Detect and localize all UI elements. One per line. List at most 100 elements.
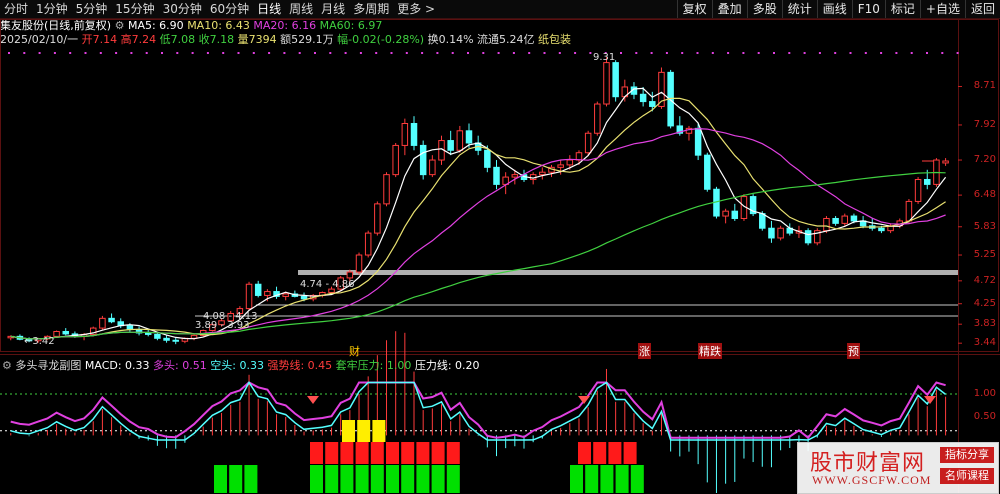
candle-body (832, 217, 839, 224)
candle-body (383, 174, 390, 205)
price-axis-label: 8.71 (973, 80, 996, 92)
daily-tick-mark (359, 52, 362, 54)
daily-tick-mark (23, 52, 26, 54)
daily-tick-mark (421, 52, 424, 54)
daily-tick-mark (283, 52, 286, 54)
daily-tick-mark (53, 52, 56, 54)
candle-body (374, 203, 381, 234)
price-axis-label: 3.44 (973, 337, 996, 349)
daily-tick-mark (650, 52, 653, 54)
daily-tick-mark (528, 52, 531, 54)
daily-tick-mark (38, 52, 41, 54)
signal-block-green (615, 465, 629, 493)
signal-block-green (310, 465, 323, 493)
event-marker-jingdie[interactable]: 精跌 (698, 343, 722, 359)
daily-tick-mark (482, 52, 485, 54)
candle-body (364, 232, 372, 256)
main-panel-frame (0, 19, 999, 352)
daily-tick-mark (467, 52, 469, 54)
daily-tick-mark (589, 52, 592, 54)
watermark-url: WWW.GSCFW.COM (812, 473, 932, 487)
signal-block-red (593, 442, 607, 464)
bull-line (10, 381, 946, 440)
daily-tick-mark (390, 52, 393, 54)
daily-tick-mark (941, 52, 944, 54)
daily-tick-mark (8, 52, 10, 54)
signal-block-green (229, 465, 243, 493)
signal-block-yellow (357, 420, 371, 442)
candle-body (484, 149, 491, 168)
candle-body (557, 164, 564, 168)
indicator-axis-label: 1.00 (973, 388, 996, 399)
daily-tick-mark (803, 52, 806, 54)
daily-tick-mark (956, 52, 959, 54)
event-marker-zhang[interactable]: 涨 (638, 343, 651, 359)
indicator-legend: ⚙ 多头寻龙副图 MACD: 0.33 多头: 0.51 空头: 0.33 强势… (2, 357, 480, 373)
resist-label: 套牢压力: 1.00 (335, 359, 412, 372)
candle-body (649, 101, 656, 107)
indicator-title[interactable]: 多头寻龙副图 (15, 359, 81, 372)
daily-tick-mark (818, 52, 821, 54)
price-axis-label: 5.83 (973, 220, 996, 232)
peak-signal-icon (578, 396, 590, 404)
signal-block-green (340, 465, 354, 493)
signal-block-green (446, 465, 460, 493)
candle-body (942, 160, 949, 164)
daily-tick-mark (788, 52, 791, 54)
signal-block-green (355, 465, 369, 493)
daily-tick-mark (543, 52, 546, 54)
price-axis-label: 7.92 (973, 118, 996, 130)
watermark-logo: 股市财富网 WWW.GSCFW.COM 指标分享 名师课程 (797, 442, 999, 494)
candle-body (768, 227, 775, 239)
event-marker-yu[interactable]: 预 (847, 343, 860, 359)
daily-tick-mark (115, 52, 118, 54)
candle-body (539, 171, 546, 176)
signal-block-green (386, 465, 399, 493)
daily-tick-mark (176, 52, 179, 54)
candle-body (419, 144, 427, 176)
price-axis-label: 4.72 (973, 274, 996, 286)
support-range-c-label: 3.89 - 3.93 (195, 320, 250, 331)
price-axis-label: 5.25 (973, 249, 996, 261)
daily-tick-mark (864, 52, 867, 54)
candle-body (731, 210, 739, 219)
signal-block-red (386, 442, 399, 464)
bull-label: 多头: 0.51 (153, 359, 207, 372)
price-axis-label: 7.20 (973, 154, 996, 166)
candle-body (584, 132, 592, 154)
candle-body (704, 154, 711, 190)
daily-tick-mark (344, 52, 347, 54)
signal-block-red (370, 442, 384, 464)
kline-chart[interactable]: 9.31←3.424.74 - 4.864.08 - 4.133.89 - 3.… (0, 0, 1000, 493)
candle-body (612, 62, 619, 98)
daily-tick-mark (696, 52, 699, 54)
daily-tick-mark (252, 52, 255, 54)
signal-block-green (630, 465, 644, 493)
event-marker-cai[interactable]: 财 (349, 343, 360, 359)
high-price-label: 9.31 (593, 52, 615, 63)
daily-tick-mark (681, 52, 684, 54)
daily-tick-mark (757, 52, 760, 54)
daily-tick-mark (329, 52, 332, 54)
candle-body (823, 217, 830, 232)
candle-body (62, 330, 69, 335)
daily-tick-mark (849, 52, 852, 54)
daily-tick-mark (512, 52, 515, 54)
daily-tick-mark (268, 52, 271, 54)
candle-body (924, 179, 931, 185)
candle-body (594, 103, 601, 134)
candle-body (172, 339, 179, 342)
candle-body (850, 215, 858, 222)
daily-tick-mark (130, 52, 133, 54)
indicator-settings-icon[interactable]: ⚙ (2, 359, 12, 372)
signal-block-green (570, 465, 583, 493)
daily-tick-mark (314, 52, 316, 54)
signal-block-green (431, 465, 445, 493)
signal-block-green (325, 465, 339, 493)
price-axis-label: 3.83 (973, 318, 996, 330)
daily-tick-mark (742, 52, 745, 54)
price-axis-label: 6.48 (973, 189, 996, 201)
daily-tick-mark (436, 52, 439, 54)
strong-label: 强势线: 0.45 (267, 359, 333, 372)
candle-body (264, 291, 271, 296)
